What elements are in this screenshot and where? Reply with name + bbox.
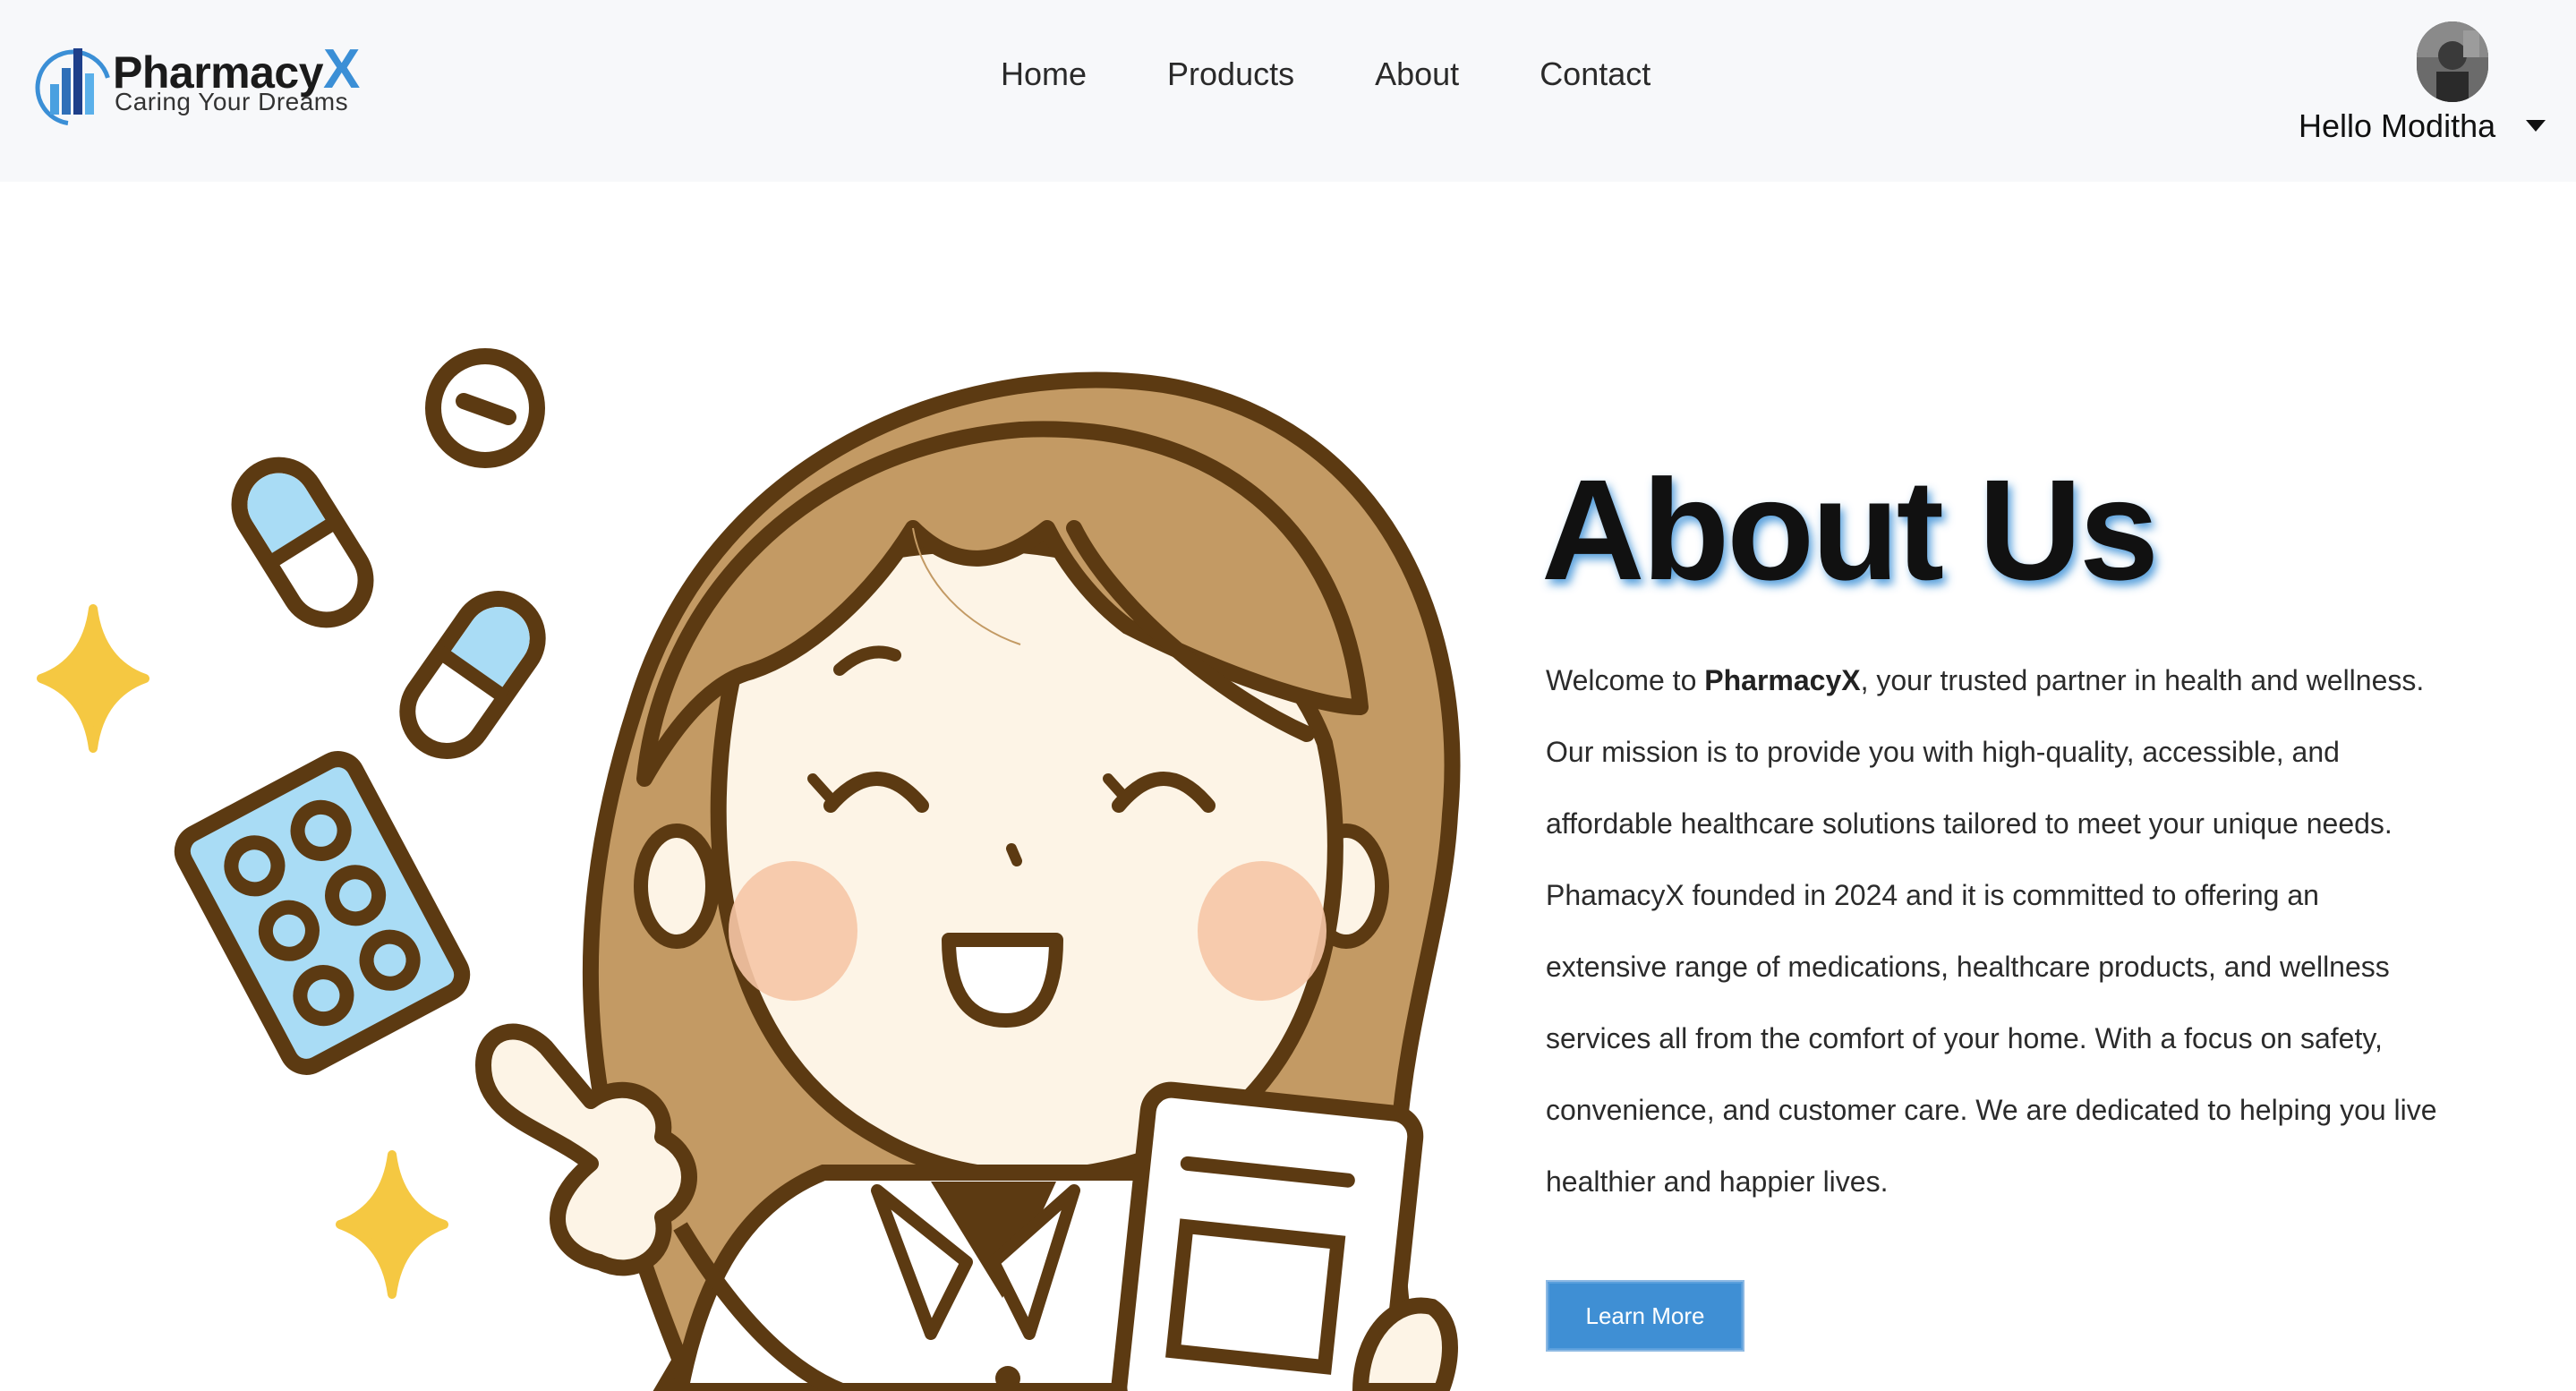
sparkle-icon [37,604,149,753]
user-avatar[interactable] [2417,21,2488,102]
logo-mark-icon [35,48,112,125]
learn-more-button[interactable]: Learn More [1546,1280,1744,1352]
nav-products-link[interactable]: Products [1167,55,1294,93]
nav-home-link[interactable]: Home [1001,55,1087,93]
capsule-icon [399,591,546,759]
brand-tagline: Caring Your Dreams [115,88,349,115]
capsule-icon [231,457,374,628]
navbar: PharmacyX Caring Your Dreams Home Produc… [0,0,2576,182]
about-description: Welcome to PharmacyX, your trusted partn… [1546,664,2437,1198]
caret-down-icon[interactable] [2526,120,2546,132]
main-nav: Home Products About Contact [1001,55,1651,93]
user-greeting[interactable]: Hello Moditha [2299,107,2495,145]
user-menu[interactable]: Hello Moditha [2299,20,2546,154]
blister-pack-icon [174,751,471,1075]
sparkle-icon [336,1150,448,1299]
brand-logo[interactable]: PharmacyX Caring Your Dreams [32,32,360,131]
user-avatar-photo-icon [2417,21,2488,102]
pharmacist-illustration [37,348,1461,1391]
brand-mention: PharmacyX [1704,664,1861,696]
nav-about-link[interactable]: About [1375,55,1459,93]
round-tablet-icon [425,348,545,468]
smile-mouth [942,933,1063,1028]
page-title: About Us [1541,449,2159,610]
nav-contact-link[interactable]: Contact [1540,55,1651,93]
